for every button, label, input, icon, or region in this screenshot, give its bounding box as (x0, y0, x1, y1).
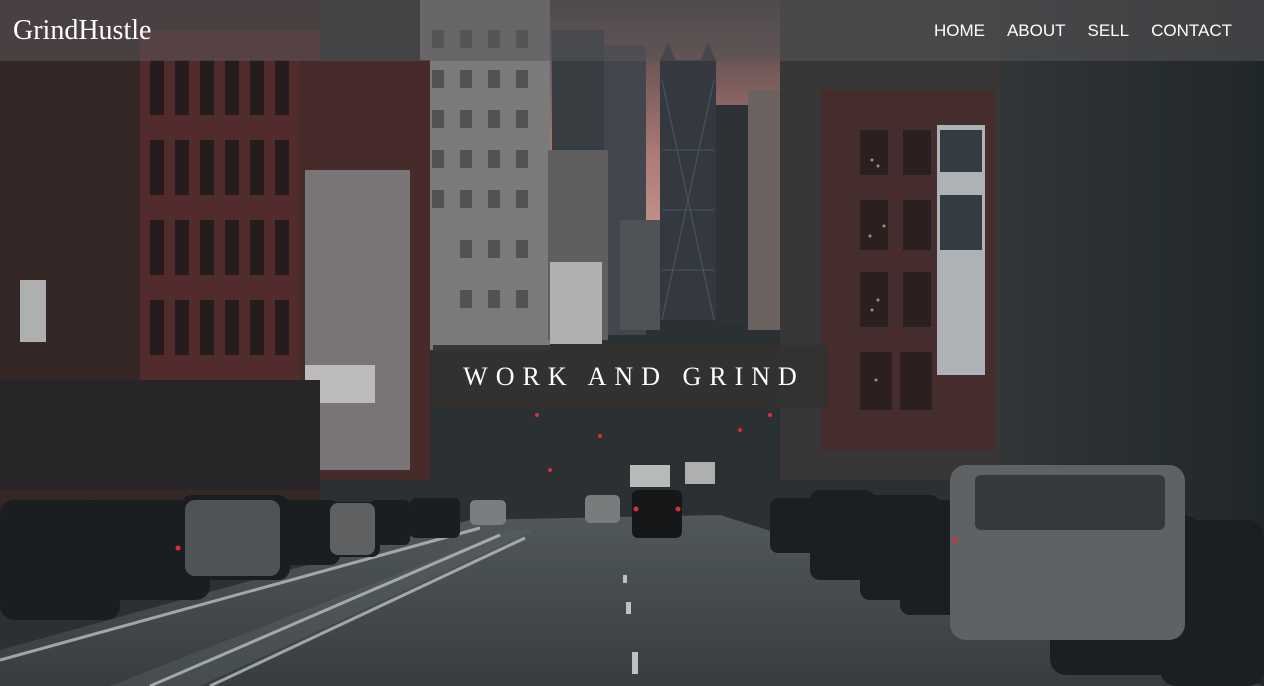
nav-link-contact[interactable]: CONTACT (1151, 21, 1232, 41)
city-street-photo (0, 0, 1264, 686)
nav-link-about[interactable]: ABOUT (1007, 21, 1066, 41)
nav-links: HOME ABOUT SELL CONTACT (934, 21, 1232, 41)
hero-banner: WORK AND GRIND (433, 345, 827, 408)
navbar: GrindHustle HOME ABOUT SELL CONTACT (0, 0, 1264, 61)
nav-link-sell[interactable]: SELL (1088, 21, 1130, 41)
brand-logo[interactable]: GrindHustle (13, 15, 151, 47)
hero-banner-text: WORK AND GRIND (463, 361, 805, 391)
nav-link-home[interactable]: HOME (934, 21, 985, 41)
hero-background-image (0, 0, 1264, 686)
